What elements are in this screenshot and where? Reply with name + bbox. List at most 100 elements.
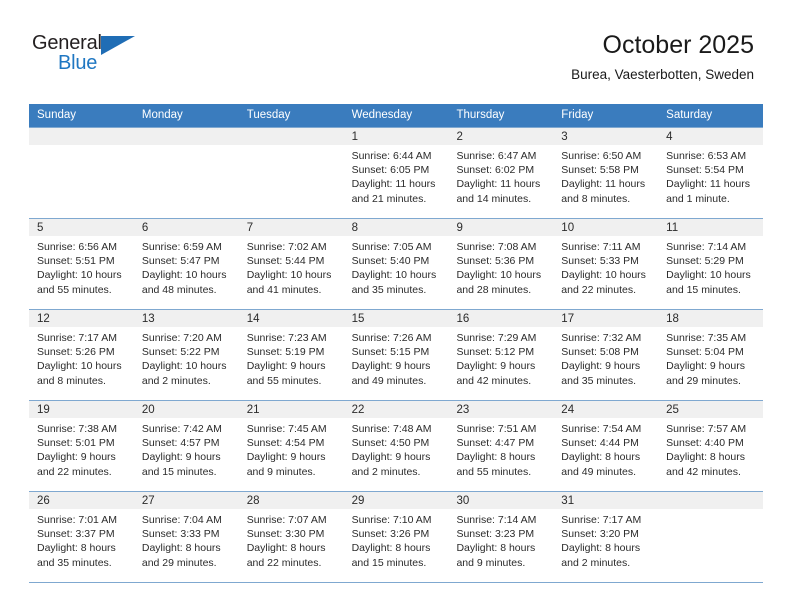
- day-cell[interactable]: 3 Sunrise: 6:50 AM Sunset: 5:58 PM Dayli…: [553, 128, 659, 218]
- sunrise-text: Sunrise: 7:45 AM: [246, 423, 327, 435]
- day-cell[interactable]: 21 Sunrise: 7:45 AM Sunset: 4:54 PM Dayl…: [238, 401, 344, 491]
- day-number: 6: [141, 222, 149, 234]
- day-number: 24: [561, 404, 575, 416]
- day-cell[interactable]: 25 Sunrise: 7:57 AM Sunset: 4:40 PM Dayl…: [658, 401, 764, 491]
- sunset-text: Sunset: 5:22 PM: [141, 346, 220, 359]
- sunrise-text: Sunrise: 7:01 AM: [37, 514, 117, 526]
- day-cell[interactable]: 27 Sunrise: 7:04 AM Sunset: 3:33 PM Dayl…: [133, 492, 239, 582]
- sunrise-text: Sunrise: 7:11 AM: [561, 241, 641, 253]
- day-number: 7: [246, 222, 254, 234]
- sunrise-text: Sunrise: 7:35 AM: [666, 332, 747, 344]
- sunset-text: Sunset: 4:40 PM: [666, 437, 744, 450]
- sunset-text: Sunset: 5:01 PM: [37, 437, 115, 450]
- sunset-text: Sunset: 5:47 PM: [141, 255, 220, 268]
- day-cell[interactable]: 24 Sunrise: 7:54 AM Sunset: 4:44 PM Dayl…: [553, 401, 659, 491]
- day-details: [239, 145, 344, 149]
- sunset-text: Sunset: 5:33 PM: [561, 255, 639, 268]
- day-cell[interactable]: 15 Sunrise: 7:26 AM Sunset: 5:15 PM Dayl…: [343, 310, 449, 400]
- weekday-header-row: Sunday Monday Tuesday Wednesday Thursday…: [29, 104, 763, 127]
- sunrise-text: Sunrise: 7:20 AM: [141, 332, 222, 344]
- week-row: 12 Sunrise: 7:17 AM Sunset: 5:26 PM Dayl…: [29, 309, 764, 400]
- day-cell[interactable]: 16 Sunrise: 7:29 AM Sunset: 5:12 PM Dayl…: [448, 310, 554, 400]
- day-cell[interactable]: 29 Sunrise: 7:10 AM Sunset: 3:26 PM Dayl…: [343, 492, 449, 582]
- sunset-text: Sunset: 5:15 PM: [351, 346, 430, 359]
- sunset-text: Sunset: 6:02 PM: [456, 164, 535, 177]
- sunrise-text: Sunrise: 7:04 AM: [141, 514, 222, 526]
- day-cell[interactable]: 4 Sunrise: 6:53 AM Sunset: 5:54 PM Dayli…: [658, 128, 764, 218]
- day-cell[interactable]: 1 Sunrise: 6:44 AM Sunset: 6:05 PM Dayli…: [343, 128, 449, 218]
- sunrise-text: Sunrise: 7:14 AM: [456, 514, 537, 526]
- weekday-header-wednesday: Wednesday: [351, 109, 413, 121]
- day-number: 15: [351, 313, 365, 325]
- day-cell[interactable]: 19 Sunrise: 7:38 AM Sunset: 5:01 PM Dayl…: [29, 401, 134, 491]
- day-cell[interactable]: 30 Sunrise: 7:14 AM Sunset: 3:23 PM Dayl…: [448, 492, 554, 582]
- sunset-text: Sunset: 3:37 PM: [37, 528, 115, 541]
- day-details: Sunrise: 7:38 AM Sunset: 5:01 PM Dayligh…: [29, 418, 134, 479]
- day-cell[interactable]: 10 Sunrise: 7:11 AM Sunset: 5:33 PM Dayl…: [553, 219, 659, 309]
- day-number: 21: [246, 404, 260, 416]
- weekday-header-saturday: Saturday: [666, 109, 713, 121]
- grid-bottom-border: [29, 582, 763, 583]
- day-cell[interactable]: 31 Sunrise: 7:17 AM Sunset: 3:20 PM Dayl…: [553, 492, 659, 582]
- day-cell[interactable]: 14 Sunrise: 7:23 AM Sunset: 5:19 PM Dayl…: [238, 310, 344, 400]
- day-cell[interactable]: 5 Sunrise: 6:56 AM Sunset: 5:51 PM Dayli…: [29, 219, 134, 309]
- day-cell[interactable]: 9 Sunrise: 7:08 AM Sunset: 5:36 PM Dayli…: [448, 219, 554, 309]
- day-cell[interactable]: 22 Sunrise: 7:48 AM Sunset: 4:50 PM Dayl…: [343, 401, 449, 491]
- sunrise-text: Sunrise: 7:29 AM: [456, 332, 537, 344]
- day-cell[interactable]: 13 Sunrise: 7:20 AM Sunset: 5:22 PM Dayl…: [133, 310, 239, 400]
- day-cell[interactable]: 28 Sunrise: 7:07 AM Sunset: 3:30 PM Dayl…: [238, 492, 344, 582]
- sunset-text: Sunset: 5:26 PM: [37, 346, 115, 359]
- sunrise-text: Sunrise: 7:48 AM: [351, 423, 432, 435]
- day-cell[interactable]: 26 Sunrise: 7:01 AM Sunset: 3:37 PM Dayl…: [29, 492, 134, 582]
- sunset-text: Sunset: 5:12 PM: [456, 346, 535, 359]
- day-cell[interactable]: 23 Sunrise: 7:51 AM Sunset: 4:47 PM Dayl…: [448, 401, 554, 491]
- day-details: Sunrise: 7:32 AM Sunset: 5:08 PM Dayligh…: [553, 327, 658, 388]
- daylight-text: Daylight: 9 hours and 29 minutes.: [666, 360, 745, 387]
- day-cell[interactable]: 11 Sunrise: 7:14 AM Sunset: 5:29 PM Dayl…: [658, 219, 764, 309]
- day-cell: [238, 128, 344, 218]
- day-details: [29, 145, 134, 149]
- day-cell[interactable]: 7 Sunrise: 7:02 AM Sunset: 5:44 PM Dayli…: [238, 219, 344, 309]
- day-cell[interactable]: 8 Sunrise: 7:05 AM Sunset: 5:40 PM Dayli…: [343, 219, 449, 309]
- sunrise-text: Sunrise: 7:08 AM: [456, 241, 537, 253]
- day-cell[interactable]: 20 Sunrise: 7:42 AM Sunset: 4:57 PM Dayl…: [133, 401, 239, 491]
- triangle-flag-icon: [101, 36, 135, 55]
- day-number: 19: [37, 404, 50, 416]
- day-number: 25: [666, 404, 679, 416]
- logo-text-blue: Blue: [58, 52, 98, 74]
- day-details: Sunrise: 7:20 AM Sunset: 5:22 PM Dayligh…: [134, 327, 239, 388]
- day-cell[interactable]: 12 Sunrise: 7:17 AM Sunset: 5:26 PM Dayl…: [29, 310, 134, 400]
- page-header: General Blue October 2025 Burea, Vaester…: [0, 0, 792, 82]
- week-row: 19 Sunrise: 7:38 AM Sunset: 5:01 PM Dayl…: [29, 400, 764, 491]
- day-number: 23: [456, 404, 470, 416]
- day-cell[interactable]: 17 Sunrise: 7:32 AM Sunset: 5:08 PM Dayl…: [553, 310, 659, 400]
- sunrise-text: Sunrise: 6:50 AM: [561, 150, 642, 162]
- day-number: 29: [351, 495, 365, 507]
- daylight-text: Daylight: 11 hours and 1 minute.: [666, 178, 751, 205]
- day-cell[interactable]: 18 Sunrise: 7:35 AM Sunset: 5:04 PM Dayl…: [658, 310, 764, 400]
- day-cell[interactable]: 2 Sunrise: 6:47 AM Sunset: 6:02 PM Dayli…: [448, 128, 554, 218]
- day-details: Sunrise: 7:01 AM Sunset: 3:37 PM Dayligh…: [29, 509, 134, 570]
- sunset-text: Sunset: 3:33 PM: [141, 528, 220, 541]
- week-row: 26 Sunrise: 7:01 AM Sunset: 3:37 PM Dayl…: [29, 491, 764, 582]
- sunrise-text: Sunrise: 7:57 AM: [666, 423, 747, 435]
- day-details: Sunrise: 7:02 AM Sunset: 5:44 PM Dayligh…: [239, 236, 344, 297]
- day-details: Sunrise: 7:07 AM Sunset: 3:30 PM Dayligh…: [239, 509, 344, 570]
- general-blue-logo[interactable]: General Blue: [30, 30, 150, 82]
- daylight-text: Daylight: 9 hours and 22 minutes.: [37, 451, 116, 478]
- day-details: Sunrise: 7:54 AM Sunset: 4:44 PM Dayligh…: [553, 418, 658, 479]
- daylight-text: Daylight: 9 hours and 9 minutes.: [246, 451, 326, 478]
- day-details: [134, 145, 239, 149]
- sunrise-text: Sunrise: 7:02 AM: [246, 241, 327, 253]
- sunset-text: Sunset: 3:30 PM: [246, 528, 325, 541]
- daylight-text: Daylight: 11 hours and 14 minutes.: [456, 178, 541, 205]
- sunset-text: Sunset: 4:44 PM: [561, 437, 639, 450]
- title-block: October 2025 Burea, Vaesterbotten, Swede…: [571, 30, 756, 86]
- day-cell[interactable]: 6 Sunrise: 6:59 AM Sunset: 5:47 PM Dayli…: [133, 219, 239, 309]
- day-details: Sunrise: 6:44 AM Sunset: 6:05 PM Dayligh…: [344, 145, 449, 206]
- daylight-text: Daylight: 8 hours and 22 minutes.: [246, 542, 326, 569]
- daylight-text: Daylight: 8 hours and 9 minutes.: [456, 542, 536, 569]
- sunset-text: Sunset: 5:40 PM: [351, 255, 430, 268]
- day-details: Sunrise: 7:08 AM Sunset: 5:36 PM Dayligh…: [448, 236, 553, 297]
- daylight-text: Daylight: 9 hours and 2 minutes.: [351, 451, 431, 478]
